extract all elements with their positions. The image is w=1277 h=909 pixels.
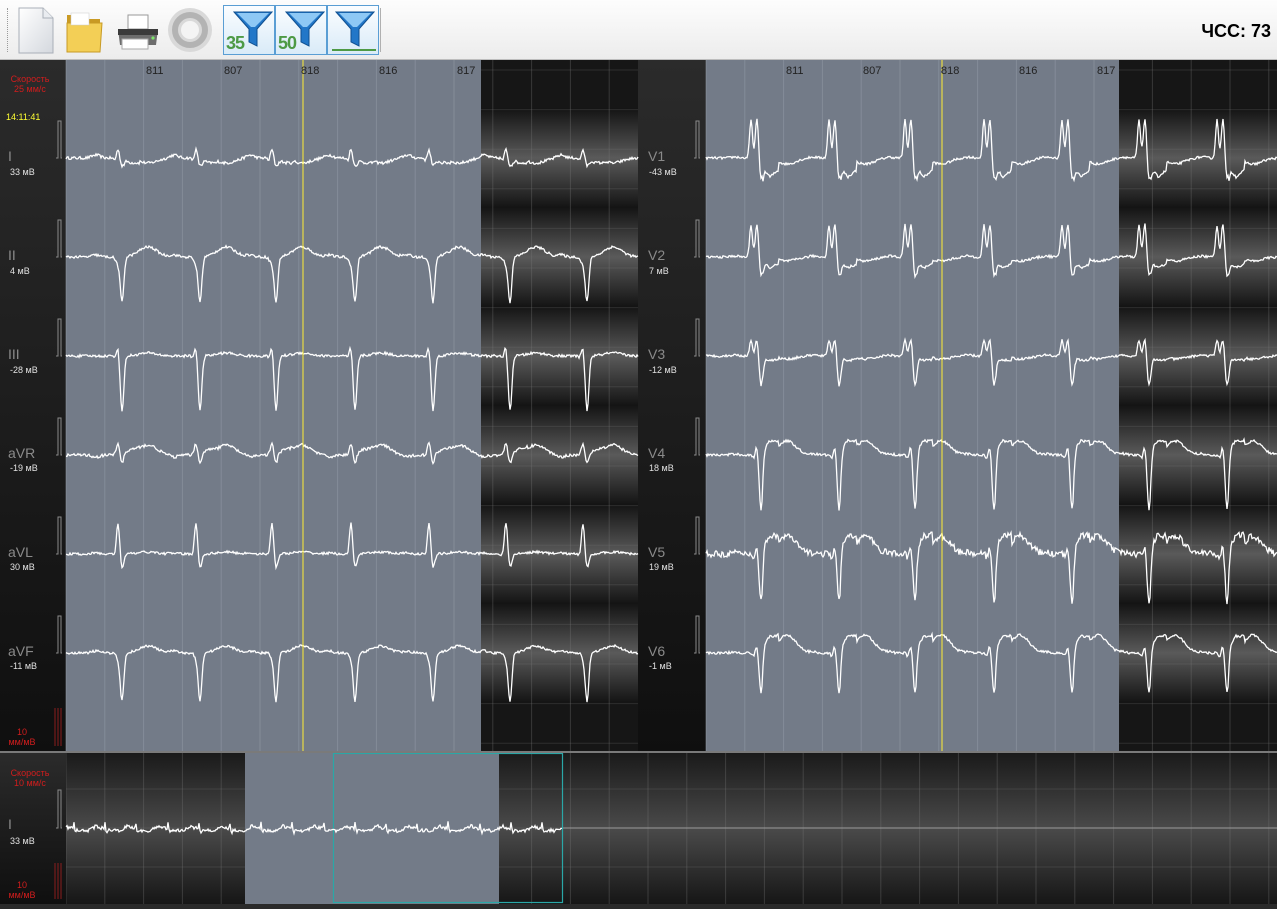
- rr-interval-label: 818: [941, 65, 960, 77]
- filter-50-label: 50: [278, 33, 297, 53]
- lead-value-V5: 19 мВ: [649, 562, 674, 572]
- record-button[interactable]: [166, 5, 212, 55]
- lead-label-III: III: [8, 346, 20, 362]
- lead-label-aVR: aVR: [8, 445, 36, 461]
- heart-rate-readout: ЧСС: 73: [1201, 21, 1271, 41]
- rhythm-speed-label: Скорость 10 мм/с: [10, 768, 50, 788]
- rhythm-gain-label: 10 мм/мВ: [8, 880, 36, 900]
- lead-label-aVF: aVF: [8, 643, 34, 659]
- lead-label-V1: V1: [648, 148, 666, 164]
- rr-interval-label: 807: [863, 65, 882, 77]
- lead-value-aVR: -19 мВ: [10, 463, 38, 473]
- lead-value-V2: 7 мВ: [649, 266, 669, 276]
- rr-interval-label: 817: [457, 65, 476, 77]
- lead-label-V4: V4: [648, 445, 666, 461]
- gain-label: 10 мм/мВ: [8, 727, 36, 747]
- rr-interval-label: 817: [1097, 65, 1116, 77]
- lead-value-III: -28 мВ: [10, 365, 38, 375]
- lead-value-V6: -1 мВ: [649, 661, 672, 671]
- rhythm-canvas[interactable]: [0, 752, 1277, 904]
- lead-value-aVF: -11 мВ: [10, 661, 38, 671]
- lead-value-I: 33 мВ: [10, 167, 35, 177]
- toolbar-grip: [7, 8, 9, 52]
- time-label: 14:11:41: [6, 112, 41, 122]
- filter-35-label: 35: [226, 33, 245, 53]
- filter-50-button[interactable]: 50: [275, 5, 327, 55]
- lead-value-II: 4 мВ: [10, 266, 30, 276]
- lead-label-V3: V3: [648, 346, 666, 362]
- lead-value-V3: -12 мВ: [649, 365, 677, 375]
- rhythm-lead-value: 33 мВ: [10, 836, 35, 846]
- filter-35-button[interactable]: 35: [223, 5, 275, 55]
- rr-interval-label: 816: [379, 65, 398, 77]
- ecg-canvas[interactable]: [0, 60, 1277, 752]
- selection-region-right[interactable]: [706, 60, 1119, 752]
- lead-label-II: II: [8, 247, 16, 263]
- print-button[interactable]: [114, 5, 160, 55]
- rhythm-selection-region[interactable]: [245, 753, 499, 904]
- lead-label-V5: V5: [648, 544, 666, 560]
- printer-icon: [118, 14, 158, 50]
- rr-interval-label: 811: [786, 65, 804, 77]
- rr-interval-label: 816: [1019, 65, 1038, 77]
- lead-label-V2: V2: [648, 247, 666, 263]
- lead-label-V6: V6: [648, 643, 666, 659]
- toolbar: 35 50 ЧСС: 73: [0, 0, 1277, 60]
- rhythm-strip-panel[interactable]: Скорость 10 мм/с I 33 мВ 10 мм/мВ: [0, 752, 1277, 904]
- open-folder-button[interactable]: [62, 5, 108, 55]
- filter-baseline-button[interactable]: [327, 5, 379, 55]
- new-document-icon: [18, 7, 54, 54]
- lead-value-aVL: 30 мВ: [10, 562, 35, 572]
- rr-interval-label: 811: [146, 65, 164, 77]
- speed-label: Скорость 25 мм/с: [10, 74, 50, 94]
- selection-region-left[interactable]: [66, 60, 481, 752]
- lead-label-I: I: [8, 148, 12, 164]
- rr-interval-label: 818: [301, 65, 320, 77]
- new-document-button[interactable]: [13, 5, 59, 55]
- rhythm-lead-label: I: [8, 816, 12, 832]
- rr-interval-label: 807: [224, 65, 243, 77]
- lead-value-V4: 18 мВ: [649, 463, 674, 473]
- lead-value-V1: -43 мВ: [649, 167, 677, 177]
- filter-baseline-icon: [332, 11, 376, 51]
- ecg-panel[interactable]: Скорость 25 мм/с 14:11:41 I 33 мВ II 4 м…: [0, 60, 1277, 752]
- folder-icon: [66, 12, 103, 53]
- lead-label-aVL: aVL: [8, 544, 33, 560]
- record-icon: [168, 8, 212, 52]
- toolbar-separator: [380, 8, 381, 52]
